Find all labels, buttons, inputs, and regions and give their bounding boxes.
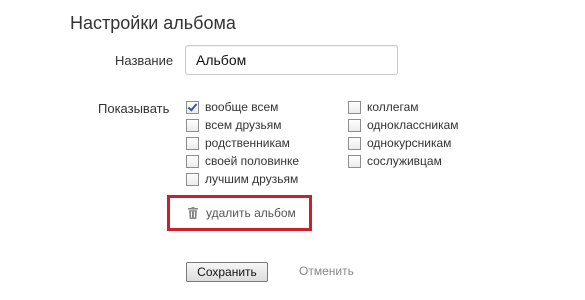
album-name-input[interactable] <box>185 45 398 75</box>
delete-album-link[interactable]: удалить альбом <box>188 205 296 221</box>
option-label: коллегам <box>367 100 419 114</box>
checkbox[interactable] <box>186 118 199 132</box>
option-everyone[interactable]: вообще всем <box>186 99 278 115</box>
checkbox[interactable] <box>186 172 199 186</box>
name-label: Название <box>115 53 174 68</box>
delete-album-label: удалить альбом <box>206 206 296 220</box>
option-label: лучшим друзьям <box>205 172 299 186</box>
option-label: сослуживцам <box>367 154 442 168</box>
option-coursemates[interactable]: однокурсникам <box>348 135 451 151</box>
checkbox[interactable] <box>186 100 199 114</box>
option-partner[interactable]: своей половинке <box>186 153 299 169</box>
page-title: Настройки альбома <box>70 13 236 33</box>
option-colleagues[interactable]: коллегам <box>348 99 419 115</box>
option-all-friends[interactable]: всем друзьям <box>186 117 282 133</box>
checkbox[interactable] <box>348 154 361 168</box>
option-label: вообще всем <box>205 100 279 114</box>
option-label: одноклассникам <box>367 118 459 132</box>
trash-icon <box>188 207 198 219</box>
cancel-link[interactable]: Отменить <box>299 264 354 278</box>
checkbox[interactable] <box>348 118 361 132</box>
save-button[interactable]: Сохранить <box>186 262 268 282</box>
option-classmates[interactable]: одноклассникам <box>348 117 459 133</box>
option-relatives[interactable]: родственникам <box>186 135 290 151</box>
option-label: родственникам <box>205 136 290 150</box>
checkbox[interactable] <box>186 154 199 168</box>
option-label: однокурсникам <box>367 136 452 150</box>
checkbox[interactable] <box>186 136 199 150</box>
checkbox[interactable] <box>348 100 361 114</box>
visibility-label: Показывать <box>98 101 170 116</box>
checkbox[interactable] <box>348 136 361 150</box>
option-label: своей половинке <box>205 154 300 168</box>
option-coworkers[interactable]: сослуживцам <box>348 153 442 169</box>
option-best-friends[interactable]: лучшим друзьям <box>186 171 298 187</box>
option-label: всем друзьям <box>205 118 282 132</box>
